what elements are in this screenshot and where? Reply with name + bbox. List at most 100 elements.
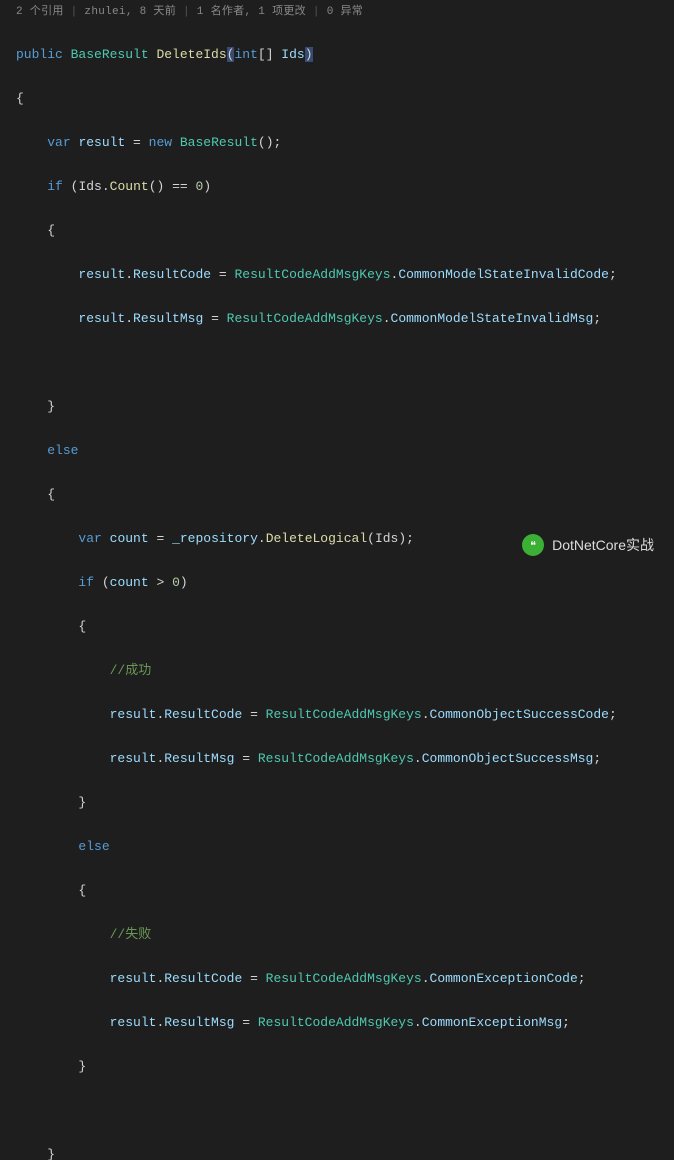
brace: }: [47, 399, 55, 414]
fn-delete-logical: DeleteLogical: [266, 531, 367, 546]
dot: .: [156, 751, 164, 766]
paren: (: [71, 179, 79, 194]
codelens-authors[interactable]: 1 名作者, 1 项更改: [176, 6, 306, 18]
prop-result-code: ResultCode: [164, 971, 242, 986]
fn-count: Count: [110, 179, 149, 194]
semi: ;: [406, 531, 414, 546]
type-keys: ResultCodeAddMsgKeys: [266, 707, 422, 722]
semi: ;: [593, 311, 601, 326]
kw-else: else: [47, 443, 78, 458]
kw-public: public: [16, 47, 63, 62]
dot: .: [102, 179, 110, 194]
code-editor[interactable]: public BaseResult DeleteIds ( int[] Ids) {…: [0, 20, 674, 1160]
op-assign: =: [149, 531, 172, 546]
comment-success: //成功: [110, 663, 152, 678]
var-count: count: [110, 531, 149, 546]
method-name: DeleteIds: [156, 47, 226, 62]
op-gt: >: [149, 575, 172, 590]
op-assign: =: [234, 1015, 257, 1030]
var-result: result: [110, 707, 157, 722]
brace: {: [78, 883, 86, 898]
paren: (: [367, 531, 375, 546]
dot: .: [156, 707, 164, 722]
codelens-bar[interactable]: 2 个引用zhulei, 8 天前1 名作者, 1 项更改0 异常: [0, 0, 674, 20]
wechat-glyph: ❝: [530, 539, 536, 552]
dot: .: [414, 1015, 422, 1030]
m-success-code: CommonObjectSuccessCode: [430, 707, 609, 722]
var-result: result: [78, 311, 125, 326]
var-result: result: [78, 135, 125, 150]
brace: }: [78, 795, 86, 810]
semi: ;: [609, 267, 617, 282]
op-assign: =: [242, 971, 265, 986]
paren: ): [180, 575, 188, 590]
kw-if: if: [47, 179, 63, 194]
prop-result-msg: ResultMsg: [164, 751, 234, 766]
prop-result-msg: ResultMsg: [164, 1015, 234, 1030]
semi: ;: [609, 707, 617, 722]
semi: ;: [578, 971, 586, 986]
type-keys: ResultCodeAddMsgKeys: [227, 311, 383, 326]
paren: ): [398, 531, 406, 546]
op-assign: =: [242, 707, 265, 722]
m-success-msg: CommonObjectSuccessMsg: [422, 751, 594, 766]
parens: (): [258, 135, 274, 150]
prop-result-code: ResultCode: [164, 707, 242, 722]
codelens-refs[interactable]: 2 个引用: [16, 6, 64, 18]
m-exception-code: CommonExceptionCode: [430, 971, 578, 986]
wechat-icon: ❝: [522, 534, 544, 556]
op-assign: =: [211, 267, 234, 282]
watermark: ❝ DotNetCore实战: [522, 534, 654, 556]
type-base-result: BaseResult: [71, 47, 149, 62]
kw-int: int: [234, 47, 257, 62]
type-keys: ResultCodeAddMsgKeys: [234, 267, 390, 282]
parens: (): [149, 179, 165, 194]
op-eq: ==: [164, 179, 195, 194]
codelens-author[interactable]: zhulei, 8 天前: [64, 6, 176, 18]
op-assign: =: [234, 751, 257, 766]
kw-else: else: [78, 839, 109, 854]
dot: .: [125, 311, 133, 326]
paren-close: ): [305, 47, 313, 62]
codelens-exceptions[interactable]: 0 异常: [306, 6, 363, 18]
kw-var: var: [47, 135, 70, 150]
dot: .: [422, 707, 430, 722]
var-result: result: [110, 751, 157, 766]
op-assign: =: [203, 311, 226, 326]
m-invalid-msg: CommonModelStateInvalidMsg: [391, 311, 594, 326]
type-keys: ResultCodeAddMsgKeys: [258, 1015, 414, 1030]
brace: {: [78, 619, 86, 634]
kw-new: new: [149, 135, 172, 150]
semi: ;: [593, 751, 601, 766]
type-base-result: BaseResult: [180, 135, 258, 150]
dot: .: [156, 971, 164, 986]
dot: .: [156, 1015, 164, 1030]
brace: {: [16, 91, 24, 106]
var-result: result: [78, 267, 125, 282]
kw-var: var: [78, 531, 101, 546]
semi: ;: [274, 135, 282, 150]
dot: .: [258, 531, 266, 546]
semi: ;: [562, 1015, 570, 1030]
brace: {: [47, 223, 55, 238]
dot: .: [414, 751, 422, 766]
type-keys: ResultCodeAddMsgKeys: [266, 971, 422, 986]
param-ids: Ids: [274, 47, 305, 62]
dot: .: [422, 971, 430, 986]
comment-fail: //失败: [110, 927, 152, 942]
brace: }: [47, 1147, 55, 1160]
brace: {: [47, 487, 55, 502]
paren: ): [203, 179, 211, 194]
arr-brackets: []: [258, 47, 274, 62]
var-result: result: [110, 1015, 157, 1030]
num-zero: 0: [172, 575, 180, 590]
kw-if: if: [78, 575, 94, 590]
dot: .: [125, 267, 133, 282]
type-keys: ResultCodeAddMsgKeys: [258, 751, 414, 766]
var-result: result: [110, 971, 157, 986]
op-assign: =: [125, 135, 148, 150]
prop-result-msg: ResultMsg: [133, 311, 203, 326]
paren: (: [102, 575, 110, 590]
prop-result-code: ResultCode: [133, 267, 211, 282]
dot: .: [383, 311, 391, 326]
